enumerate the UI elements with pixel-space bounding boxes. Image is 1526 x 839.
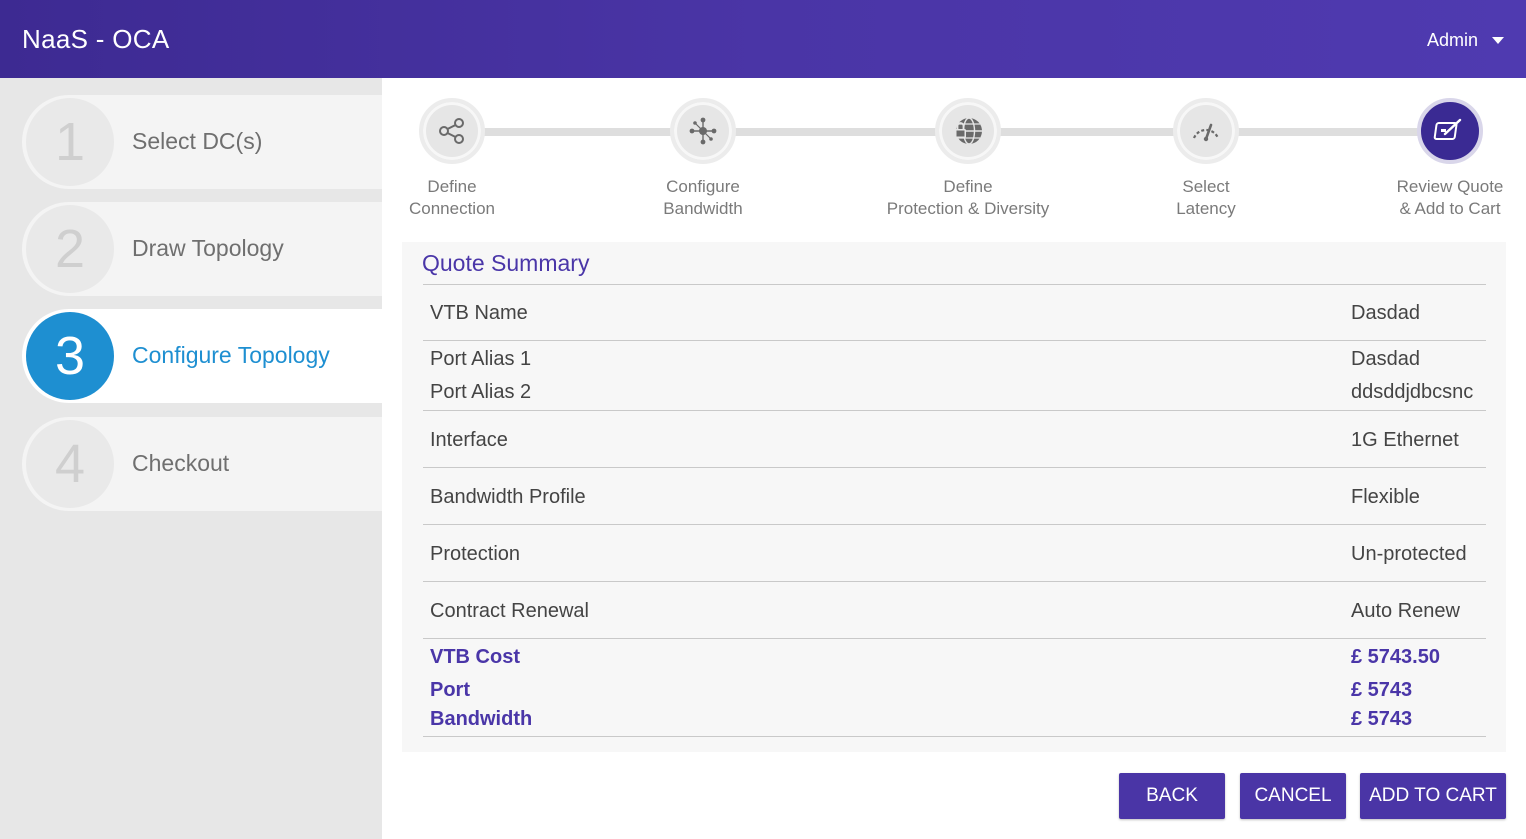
sidebar-item-select-dc[interactable]: 1 Select DC(s) — [22, 95, 382, 189]
row-label: Port Alias 1 — [430, 348, 532, 370]
row-value: ddsddjdbcsnc — [1351, 381, 1474, 403]
wizard-step-label: Review Quote & Add to Cart — [1360, 176, 1526, 220]
row-value: Dasdad — [1351, 348, 1420, 370]
wizard-progress: Define Connection Configure Bandwidth De… — [382, 78, 1526, 238]
network-icon — [689, 117, 717, 145]
back-button[interactable]: BACK — [1119, 773, 1225, 819]
row-label: Port Alias 2 — [430, 381, 532, 403]
share-icon — [439, 118, 464, 144]
wizard-step-circle — [419, 98, 485, 164]
cancel-button[interactable]: CANCEL — [1240, 773, 1346, 819]
sidebar-item-draw-topology[interactable]: 2 Draw Topology — [22, 202, 382, 296]
chevron-down-icon[interactable] — [1492, 37, 1504, 44]
sidebar-item-label: Checkout — [132, 450, 230, 476]
wizard-step-select-latency[interactable]: Select Latency — [1116, 98, 1296, 220]
row-value: 1G Ethernet — [1351, 429, 1459, 451]
row-label: Bandwidth — [430, 708, 533, 730]
row-value: £ 5743 — [1351, 708, 1413, 730]
divider — [423, 581, 1486, 582]
step-number: 1 — [26, 98, 114, 186]
wizard-step-label: Define Connection — [362, 176, 542, 220]
row-label: Protection — [430, 543, 521, 565]
row-value: £ 5743 — [1351, 679, 1413, 701]
sidebar-item-checkout[interactable]: 4 Checkout — [22, 417, 382, 511]
wizard-step-label: Select Latency — [1116, 176, 1296, 220]
wizard-step-label: Configure Bandwidth — [613, 176, 793, 220]
row-value: Un-protected — [1351, 543, 1467, 565]
divider — [423, 638, 1486, 639]
wizard-step-circle — [1417, 98, 1483, 164]
add-to-cart-button[interactable]: ADD TO CART — [1360, 773, 1506, 819]
divider — [423, 284, 1486, 285]
row-label: VTB Name — [430, 302, 528, 324]
wizard-step-label-line1: Configure — [666, 177, 740, 196]
wizard-step-review-quote[interactable]: Review Quote & Add to Cart — [1360, 98, 1526, 220]
wizard-step-label-line1: Define — [943, 177, 993, 196]
quote-summary-title: Quote Summary — [422, 250, 590, 276]
step-number: 2 — [26, 205, 114, 293]
row-label: Bandwidth Profile — [430, 486, 586, 508]
wizard-step-label-line2: Latency — [1176, 199, 1236, 218]
row-value: Dasdad — [1351, 302, 1420, 324]
wizard-step-configure-bandwidth[interactable]: Configure Bandwidth — [613, 98, 793, 220]
row-label: Port — [430, 679, 470, 701]
divider — [423, 340, 1486, 341]
wizard-step-define-connection[interactable]: Define Connection — [362, 98, 542, 220]
user-menu[interactable]: Admin — [1427, 30, 1504, 51]
edit-icon — [1433, 118, 1462, 140]
wizard-step-circle — [670, 98, 736, 164]
wizard-step-label: Define Protection & Diversity — [878, 176, 1058, 220]
step-number: 3 — [26, 312, 114, 400]
row-value: £ 5743.50 — [1351, 646, 1440, 668]
sidebar: 1 Select DC(s) 2 Draw Topology 3 Configu… — [0, 78, 382, 839]
row-value: Flexible — [1351, 486, 1420, 508]
divider — [423, 467, 1486, 468]
divider — [423, 524, 1486, 525]
wizard-step-circle — [935, 98, 1001, 164]
wizard-step-label-line1: Select — [1182, 177, 1230, 196]
top-bar: NaaS - OCA Admin — [0, 0, 1526, 78]
wizard-step-label-line2: Connection — [408, 199, 495, 218]
app-title: NaaS - OCA — [22, 24, 170, 54]
user-name[interactable]: Admin — [1427, 30, 1478, 51]
step-number: 4 — [26, 420, 114, 508]
wizard-step-label-line1: Define — [427, 177, 477, 196]
sidebar-item-label: Draw Topology — [132, 235, 284, 261]
wizard-step-label-line1: Review Quote — [1396, 177, 1504, 196]
divider — [423, 736, 1486, 737]
globe-lock-icon — [955, 117, 982, 145]
row-label: Interface — [430, 429, 508, 451]
wizard-step-label-line2: Bandwidth — [663, 199, 743, 218]
wizard-step-label-line2: & Add to Cart — [1399, 199, 1501, 218]
wizard-step-label-line2: Protection & Diversity — [886, 199, 1050, 218]
sidebar-item-configure-topology[interactable]: 3 Configure Topology — [22, 309, 382, 403]
row-label: Contract Renewal — [430, 600, 589, 622]
divider — [423, 410, 1486, 411]
sidebar-item-label: Select DC(s) — [132, 128, 263, 154]
row-label: VTB Cost — [430, 646, 520, 668]
wizard-step-define-protection[interactable]: Define Protection & Diversity — [878, 98, 1058, 220]
row-value: Auto Renew — [1351, 600, 1460, 622]
quote-summary-panel: Quote Summary VTB Name Dasdad Port Alias… — [402, 242, 1506, 752]
gauge-icon — [1192, 123, 1220, 142]
sidebar-item-label: Configure Topology — [132, 342, 330, 368]
wizard-step-circle — [1173, 98, 1239, 164]
